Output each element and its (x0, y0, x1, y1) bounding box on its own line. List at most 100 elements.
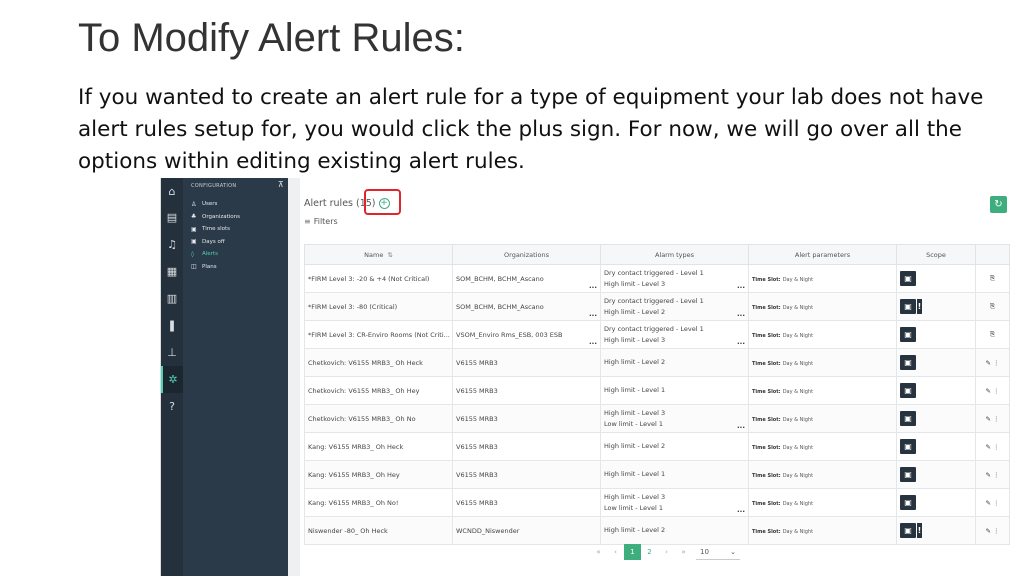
organizations-more-button[interactable]: ... (589, 311, 597, 318)
scope-cell: ▣ (896, 432, 976, 461)
table-row[interactable]: Chetkovich: V6155 MRB3_ Oh Hey V6155 MRB3… (304, 376, 1010, 405)
table-row[interactable]: Kang: V6155 MRB3_ Oh Heck V6155 MRB3 High … (304, 432, 1010, 461)
gear-icon[interactable]: ✲ (161, 366, 183, 393)
config-item-label: Organizations (202, 213, 241, 220)
scope-icon[interactable]: ▣ (900, 355, 916, 370)
config-item-plans[interactable]: ◫ Plans (183, 261, 288, 274)
scope-icon[interactable]: ▣ (900, 439, 916, 454)
clock-icon: ▣ (191, 225, 197, 233)
organizations-text: V6155 MRB3 (456, 358, 498, 367)
alarm-type-text: Dry contact triggered - Level 1 (604, 296, 704, 305)
scope-icon[interactable]: ▣ (900, 411, 916, 426)
scope-icon[interactable]: ▣ (900, 327, 916, 342)
table-row[interactable]: *FIRM Level 3: -80 (Critical) SOM_BCHM, B… (304, 292, 1010, 321)
scope-icon[interactable]: ▣ (900, 523, 916, 538)
rule-name-cell: Niswender -80_ Oh Heck (304, 516, 453, 545)
previous-page-button[interactable]: ‹ (607, 544, 624, 560)
edit-rule-icon[interactable]: ✎ ⋮ (975, 404, 1010, 433)
alarm-type-text: Dry contact triggered - Level 1 (604, 324, 704, 333)
sort-icon[interactable]: ⇅ (387, 251, 392, 259)
microscope-icon[interactable]: ⊥ (161, 339, 183, 366)
alarm-types-more-button[interactable]: ... (737, 283, 745, 290)
alert-parameters-cell: Time Slot: Day & Night (748, 488, 897, 517)
config-item-time-slots[interactable]: ▣ Time slots (183, 223, 288, 236)
alarm-types-more-button[interactable]: ... (737, 507, 745, 514)
organizations-text: VSOM_Enviro Rms_ESB, 003 ESB (456, 330, 563, 339)
scope-icon[interactable]: ▣ (900, 383, 916, 398)
pin-icon[interactable]: ⊼ (278, 180, 284, 189)
alarm-types-cell: High limit - Level 2 (600, 516, 749, 545)
slide-title: To Modify Alert Rules: (78, 16, 465, 60)
config-item-organizations[interactable]: ♣ Organizations (183, 211, 288, 224)
book-icon: ◫ (191, 263, 197, 271)
scope-warning-icon: ! (917, 299, 922, 314)
scope-icon[interactable]: ▣ (900, 271, 916, 286)
organizations-cell: V6155 MRB3 (452, 348, 601, 377)
table-row[interactable]: Chetkovich: V6155 MRB3_ Oh No V6155 MRB3 H… (304, 404, 1010, 433)
document-icon[interactable]: ▦ (161, 258, 183, 285)
table-row[interactable]: Niswender -80_ Oh Heck WCNDD_Niswender Hig… (304, 516, 1010, 545)
copy-rule-icon[interactable]: ⎘ (975, 264, 1010, 293)
first-page-button[interactable]: « (590, 544, 607, 560)
edit-rule-icon[interactable]: ✎ ⋮ (975, 376, 1010, 405)
help-icon[interactable]: ? (161, 393, 183, 420)
organizations-cell: VSOM_Enviro Rms_ESB, 003 ESB... (452, 320, 601, 349)
thermometer-icon[interactable]: ❚ (161, 312, 183, 339)
filter-icon: ≡ (304, 217, 311, 226)
column-header-name-label: Name (364, 250, 384, 259)
page-1-button[interactable]: 1 (624, 544, 641, 560)
next-page-button[interactable]: › (658, 544, 675, 560)
time-slot-label: Time Slot: (752, 416, 781, 423)
alarm-types-more-button[interactable]: ... (737, 311, 745, 318)
alarm-types-more-button[interactable]: ... (737, 423, 745, 430)
scope-icon[interactable]: ▣ (900, 299, 916, 314)
config-item-days-off[interactable]: ▣ Days off (183, 236, 288, 249)
edit-rule-icon[interactable]: ✎ ⋮ (975, 348, 1010, 377)
config-item-label: Plans (202, 263, 217, 270)
alert-parameters-cell: Time Slot: Day & Night (748, 432, 897, 461)
organizations-text: V6155 MRB3 (456, 414, 498, 423)
time-slot-label: Time Slot: (752, 444, 781, 451)
app-screenshot: ⌂ ▤ ♫ ▦ ▥ ❚ ⊥ ✲? CONFIGURATION ⊼ ♙ Users ♣ Organiz… (160, 178, 1024, 576)
scope-cell: ▣ (896, 404, 976, 433)
rule-name-cell: *FIRM Level 3: CR-Enviro Rooms (Not Crit… (304, 320, 453, 349)
org-icon: ♣ (191, 213, 197, 221)
table-row[interactable]: Chetkovich: V6155 MRB3_ Oh Heck V6155 MRB… (304, 348, 1010, 377)
table-row[interactable]: Kang: V6155 MRB3_ Oh Hey V6155 MRB3 High l… (304, 460, 1010, 489)
time-slot-value: Day & Night (782, 332, 814, 339)
copy-rule-icon[interactable]: ⎘ (975, 292, 1010, 321)
organizations-text: SOM_BCHM, BCHM_Ascano (456, 302, 544, 311)
organizations-more-button[interactable]: ... (589, 283, 597, 290)
page-2-button[interactable]: 2 (641, 544, 658, 560)
organizations-text: V6155 MRB3 (456, 470, 498, 479)
last-page-button[interactable]: » (675, 544, 692, 560)
scope-icon[interactable]: ▣ (900, 467, 916, 482)
column-header-name[interactable]: Name ⇅ (304, 244, 453, 265)
alarm-types-cell: Dry contact triggered - Level 1 High limi… (600, 264, 749, 293)
scope-icon[interactable]: ▣ (900, 495, 916, 510)
organizations-more-button[interactable]: ... (589, 339, 597, 346)
alarm-type-text: High limit - Level 1 (604, 470, 666, 478)
organizations-cell: V6155 MRB3 (452, 488, 601, 517)
copy-rule-icon[interactable]: ⎘ (975, 320, 1010, 349)
page-size-select[interactable]: 10 ⌄ (696, 544, 740, 560)
filters-toggle[interactable]: ≡ Filters (304, 217, 338, 226)
table-row[interactable]: Kang: V6155 MRB3_ Oh No! V6155 MRB3 High l… (304, 488, 1010, 517)
refresh-button[interactable]: ↻ (990, 196, 1007, 213)
home-icon[interactable]: ⌂ (161, 178, 183, 204)
bell-icon[interactable]: ♫ (161, 231, 183, 258)
config-item-users[interactable]: ♙ Users (183, 198, 288, 211)
table-row[interactable]: *FIRM Level 3: -20 & +4 (Not Critical) SO… (304, 264, 1010, 293)
organizations-text: V6155 MRB3 (456, 442, 498, 451)
edit-rule-icon[interactable]: ✎ ⋮ (975, 488, 1010, 517)
edit-rule-icon[interactable]: ✎ ⋮ (975, 516, 1010, 545)
config-item-alerts[interactable]: ◊ Alerts (183, 248, 288, 261)
edit-rule-icon[interactable]: ✎ ⋮ (975, 460, 1010, 489)
device-icon[interactable]: ▥ (161, 285, 183, 312)
table-row[interactable]: *FIRM Level 3: CR-Enviro Rooms (Not Crit… (304, 320, 1010, 349)
edit-rule-icon[interactable]: ✎ ⋮ (975, 432, 1010, 461)
alarm-types-more-button[interactable]: ... (737, 339, 745, 346)
clipboard-icon[interactable]: ▤ (161, 204, 183, 231)
icon-rail: ⌂ ▤ ♫ ▦ ▥ ❚ ⊥ ✲? (161, 178, 183, 576)
time-slot-value: Day & Night (782, 528, 814, 535)
